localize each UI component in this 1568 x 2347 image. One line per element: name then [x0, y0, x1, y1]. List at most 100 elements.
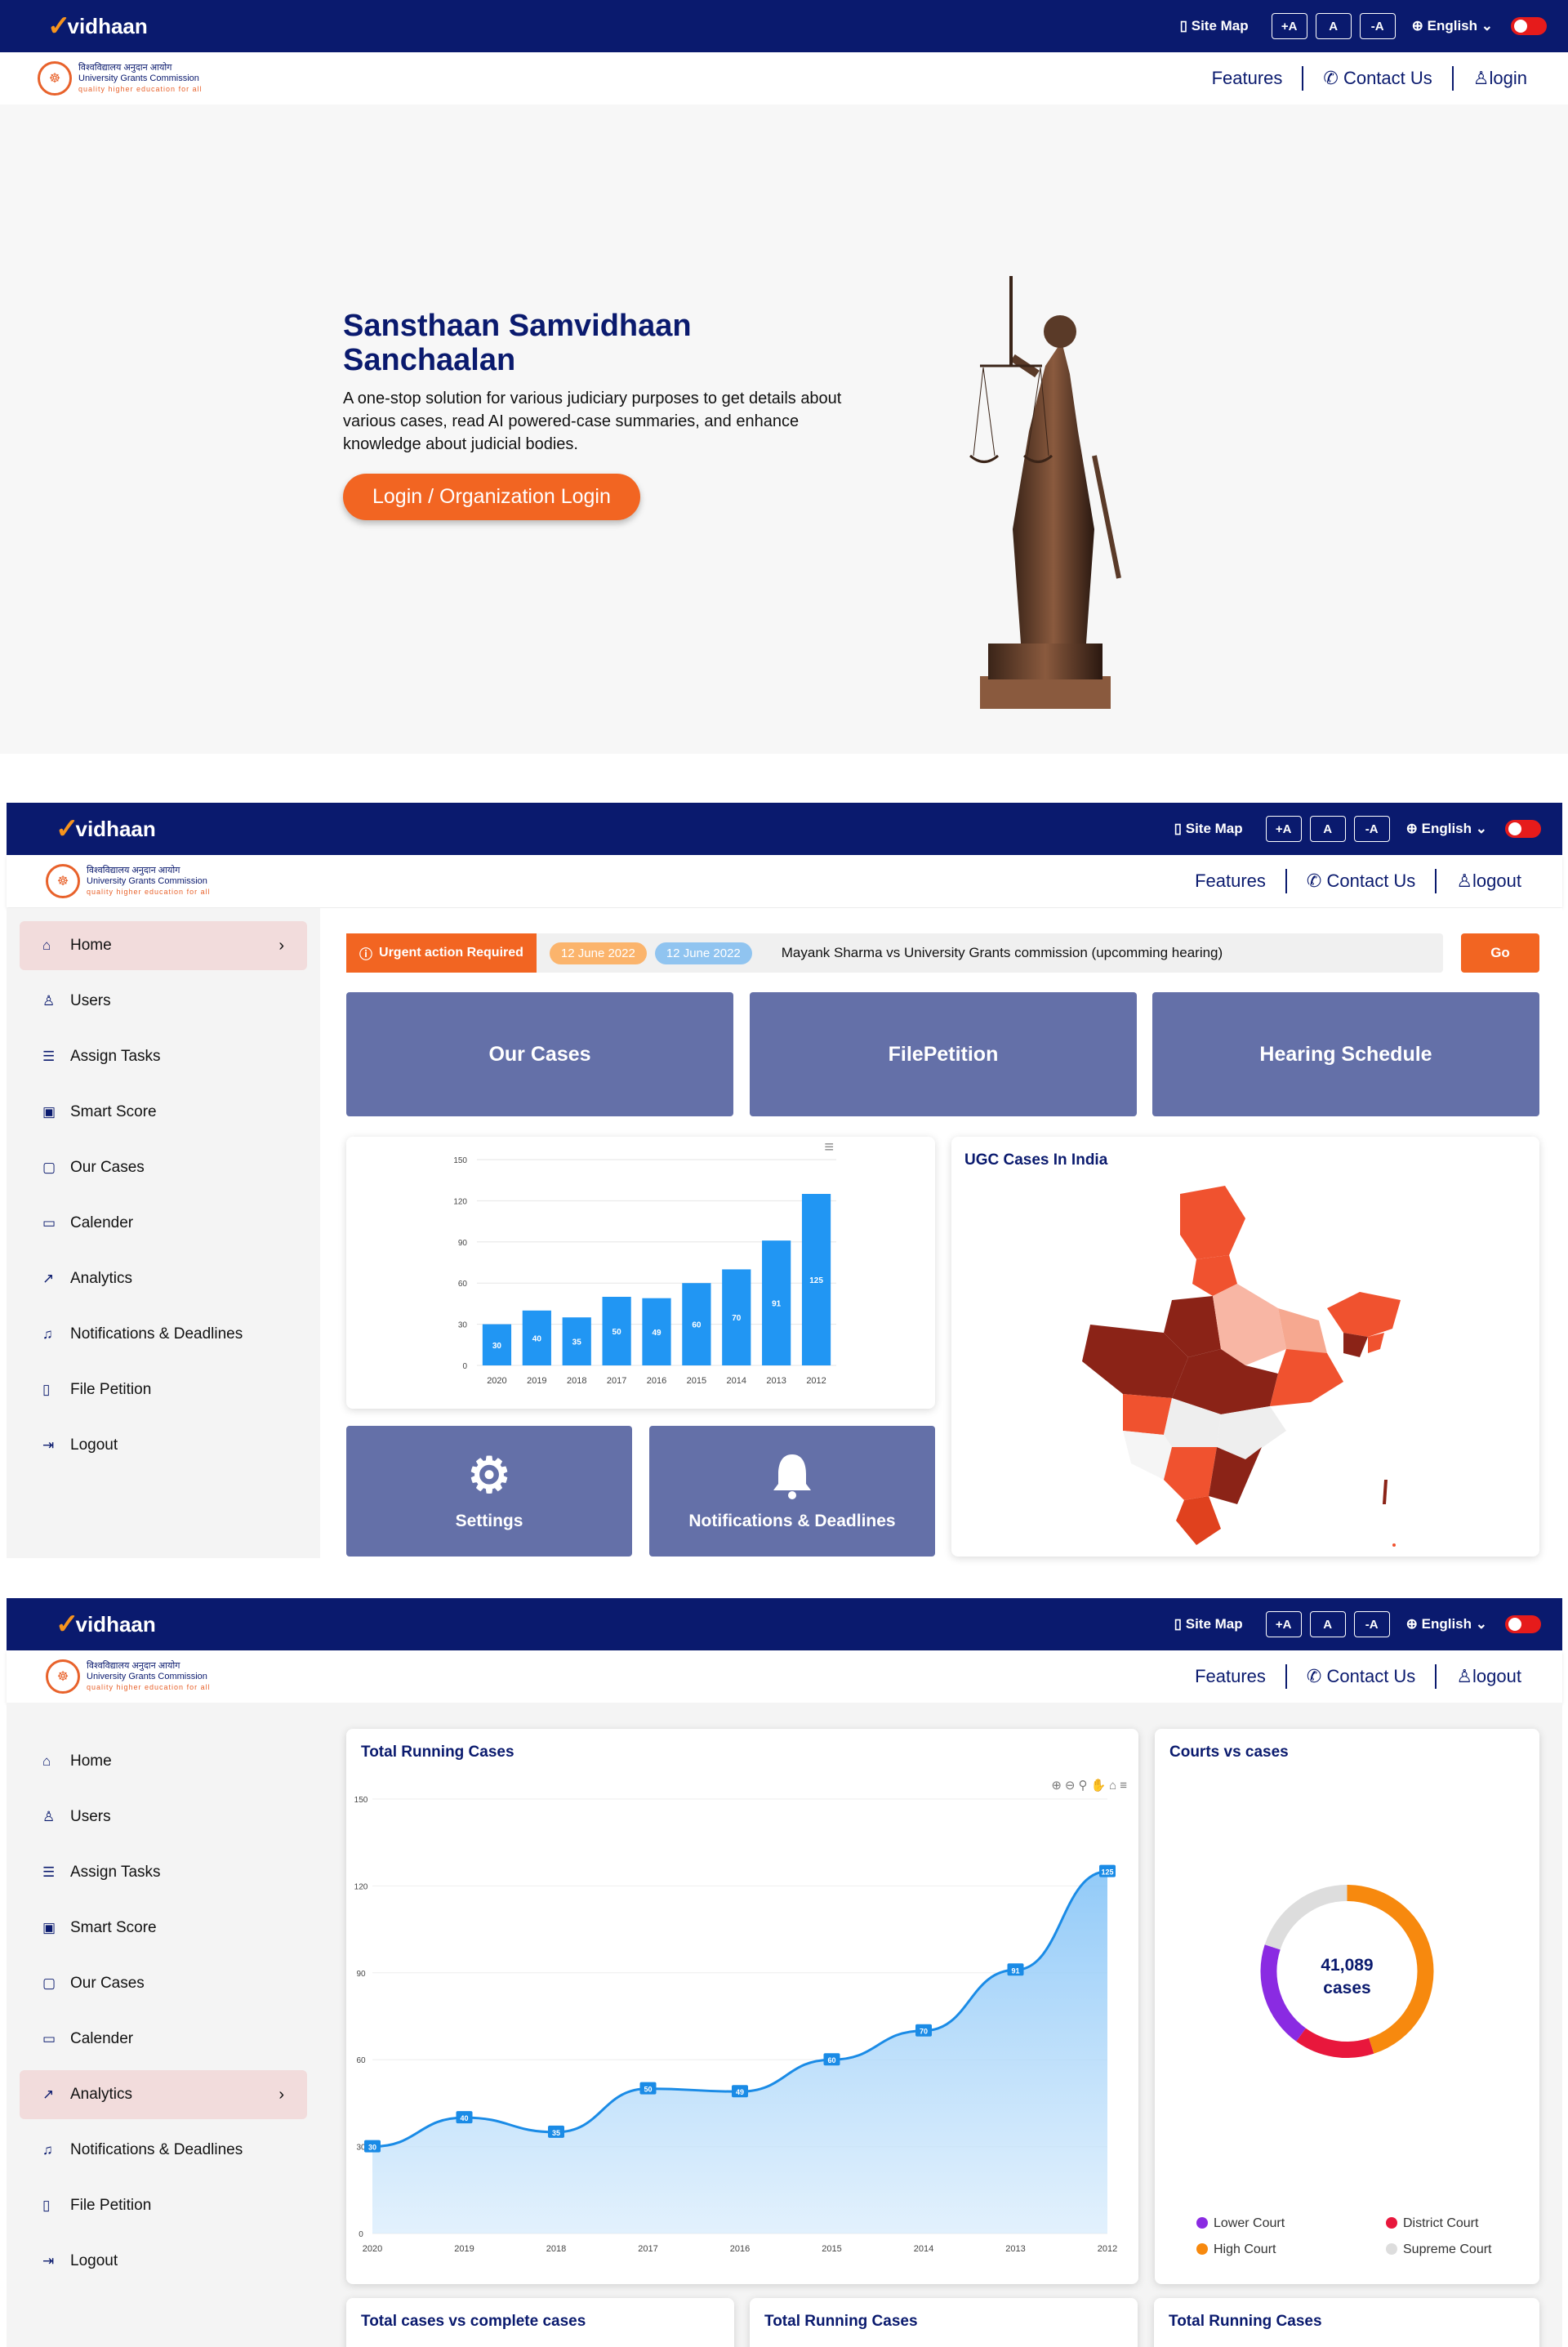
sidebar-item-smart-score[interactable]: ▣ Smart Score	[20, 1904, 307, 1953]
sidebar-item-calender[interactable]: ▭ Calender	[20, 2015, 307, 2064]
running-cases-card: Total Running Cases ⊕⊖⚲✋⌂≡ 0 30 60 90 120 150…	[346, 1729, 1138, 2284]
y-tick-label: 150	[453, 1156, 467, 1165]
font-normal-button[interactable]: A	[1315, 13, 1352, 39]
x-tick-label: 2020	[363, 2244, 382, 2254]
sidebar-item-users[interactable]: ♙ Users	[20, 977, 307, 1026]
sidebar-item-assign-tasks[interactable]: ☰ Assign Tasks	[20, 1032, 307, 1081]
donut-slice	[1264, 1885, 1348, 1950]
point-data-label: 35	[552, 2129, 560, 2137]
font-normal-button[interactable]: A	[1309, 1611, 1346, 1637]
hero-section: Sansthaan Samvidhaan Sanchaalan A one-st…	[0, 105, 1568, 754]
font-decrease-button[interactable]: -A	[1353, 816, 1390, 842]
logout-link[interactable]: ♙logout	[1456, 1666, 1521, 1687]
courts-donut-chart: Lower Court District Court High Court Supre…	[1196, 1885, 1492, 2256]
bar-chart-card: ≡ 0 30 60 90 120 150 30 2020 40 2019 35 2018 50 2017 4…	[346, 1137, 935, 1409]
sitemap-link[interactable]: ▯ Site Map	[1174, 1616, 1243, 1632]
x-tick-label: 2016	[730, 2244, 750, 2254]
font-decrease-button[interactable]: -A	[1353, 1611, 1390, 1637]
vidhaan-logo-2[interactable]: ✓ vidhaan	[56, 815, 156, 843]
bar-data-label: 60	[692, 1321, 702, 1330]
gear-icon: ⚙	[467, 1448, 511, 1503]
vidhaan-logo[interactable]: ✓ vidhaan	[47, 12, 148, 40]
features-link[interactable]: Features	[1195, 1666, 1266, 1687]
sidebar-item-logout[interactable]: ⇥ Logout	[20, 2237, 307, 2286]
home-icon: ⌂	[42, 937, 51, 953]
contact-link[interactable]: ✆ Contact Us	[1323, 68, 1432, 89]
sidebar-3: ⌂ Home ♙ Users ☰ Assign Tasks ▣ Smart Score …	[7, 1703, 320, 2347]
font-normal-button[interactable]: A	[1309, 816, 1346, 842]
font-increase-button[interactable]: +A	[1271, 13, 1307, 39]
sidebar-item-home[interactable]: ⌂ Home ›	[20, 921, 307, 970]
contact-link[interactable]: ✆ Contact Us	[1307, 1666, 1415, 1687]
file-petition-tile[interactable]: FilePetition	[750, 992, 1137, 1116]
font-increase-button[interactable]: +A	[1265, 816, 1302, 842]
logout-link[interactable]: ♙logout	[1456, 871, 1521, 892]
login-link[interactable]: ♙login	[1473, 68, 1527, 89]
bell-icon: ♫	[42, 1326, 53, 1342]
bottom-card-3: Total Running Cases	[1154, 2298, 1539, 2347]
font-increase-button[interactable]: +A	[1265, 1611, 1302, 1637]
urgent-alert-bar: ⓘ Urgent action Required 12 June 2022 12 …	[346, 933, 1443, 973]
sidebar-item-file-petition[interactable]: ▯ File Petition	[20, 2181, 307, 2230]
x-tick-label: 2013	[766, 1376, 786, 1386]
sidebar-item-home[interactable]: ⌂ Home	[20, 1737, 307, 1786]
sitemap-link[interactable]: ▯ Site Map	[1180, 18, 1249, 34]
bar-data-label: 70	[732, 1314, 742, 1323]
ugc-logo: ☸ विश्वविद्यालय अनुदान आयोग University Gr…	[38, 61, 203, 96]
theme-toggle[interactable]	[1505, 820, 1541, 838]
y-tick-label: 90	[458, 1239, 468, 1248]
x-tick-label: 2012	[1098, 2244, 1117, 2254]
y-tick-label: 60	[458, 1280, 468, 1289]
go-button[interactable]: Go	[1461, 933, 1539, 973]
sidebar-item-assign-tasks[interactable]: ☰ Assign Tasks	[20, 1848, 307, 1897]
font-decrease-button[interactable]: -A	[1359, 13, 1396, 39]
sidebar-item-logout[interactable]: ⇥ Logout	[20, 1421, 307, 1470]
sitemap-link[interactable]: ▯ Site Map	[1174, 821, 1243, 837]
topbar-3: ✓ vidhaan ▯ Site Map +A A -A ⊕ English ⌄	[7, 1598, 1562, 1650]
legend-marker	[1196, 2217, 1208, 2229]
legend-marker	[1196, 2243, 1208, 2255]
phone-icon: ✆	[1306, 1666, 1322, 1686]
legend-label: High Court	[1214, 2242, 1276, 2256]
date-badge-2: 12 June 2022	[654, 942, 752, 964]
legend-label: Supreme Court	[1403, 2242, 1492, 2256]
legend-label: District Court	[1403, 2216, 1479, 2230]
sidebar-item-smart-score[interactable]: ▣ Smart Score	[20, 1088, 307, 1137]
features-link[interactable]: Features	[1195, 871, 1266, 892]
sidebar-item-our-cases[interactable]: ▢ Our Cases	[20, 1143, 307, 1192]
settings-tile[interactable]: ⚙ Settings	[346, 1426, 632, 1557]
sidebar-item-analytics[interactable]: ↗ Analytics ›	[20, 2070, 307, 2119]
logout-icon: ⇥	[42, 1437, 55, 1453]
sidebar-item-calender[interactable]: ▭ Calender	[20, 1199, 307, 1248]
legend-marker	[1386, 2243, 1397, 2255]
sidebar-item-our-cases[interactable]: ▢ Our Cases	[20, 1959, 307, 2008]
hero-title: Sansthaan Samvidhaan Sanchaalan	[343, 309, 692, 377]
india-map-card: UGC Cases In India	[951, 1137, 1539, 1557]
sidebar-item-users[interactable]: ♙ Users	[20, 1793, 307, 1842]
x-tick-label: 2018	[567, 1376, 586, 1386]
login-button[interactable]: Login / Organization Login	[343, 474, 640, 520]
language-select[interactable]: ⊕ English ⌄	[1412, 18, 1493, 34]
our-cases-tile[interactable]: Our Cases	[346, 992, 733, 1116]
calendar-icon: ▭	[42, 2031, 56, 2046]
point-data-label: 60	[827, 2056, 835, 2064]
features-link[interactable]: Features	[1212, 68, 1283, 89]
hearing-schedule-tile[interactable]: Hearing Schedule	[1152, 992, 1539, 1116]
point-data-label: 50	[644, 2086, 652, 2094]
y-tick-label: 90	[356, 1970, 366, 1979]
language-select[interactable]: ⊕ English ⌄	[1406, 821, 1487, 837]
sidebar-item-notifications[interactable]: ♫ Notifications & Deadlines	[20, 2126, 307, 2175]
bar-data-label: 35	[572, 1338, 582, 1347]
theme-toggle[interactable]	[1511, 17, 1547, 35]
vidhaan-logo-3[interactable]: ✓ vidhaan	[56, 1610, 156, 1638]
sidebar-item-file-petition[interactable]: ▯ File Petition	[20, 1365, 307, 1414]
sidebar-item-notifications[interactable]: ♫ Notifications & Deadlines	[20, 1310, 307, 1359]
sidebar-item-analytics[interactable]: ↗ Analytics	[20, 1254, 307, 1303]
bell-icon: ♫	[42, 2142, 53, 2158]
theme-toggle[interactable]	[1505, 1615, 1541, 1633]
x-tick-label: 2018	[546, 2244, 566, 2254]
lady-justice-statue-icon	[969, 276, 1121, 709]
notifications-tile[interactable]: Notifications & Deadlines	[649, 1426, 935, 1557]
contact-link[interactable]: ✆ Contact Us	[1307, 871, 1415, 892]
language-select[interactable]: ⊕ English ⌄	[1406, 1616, 1487, 1632]
